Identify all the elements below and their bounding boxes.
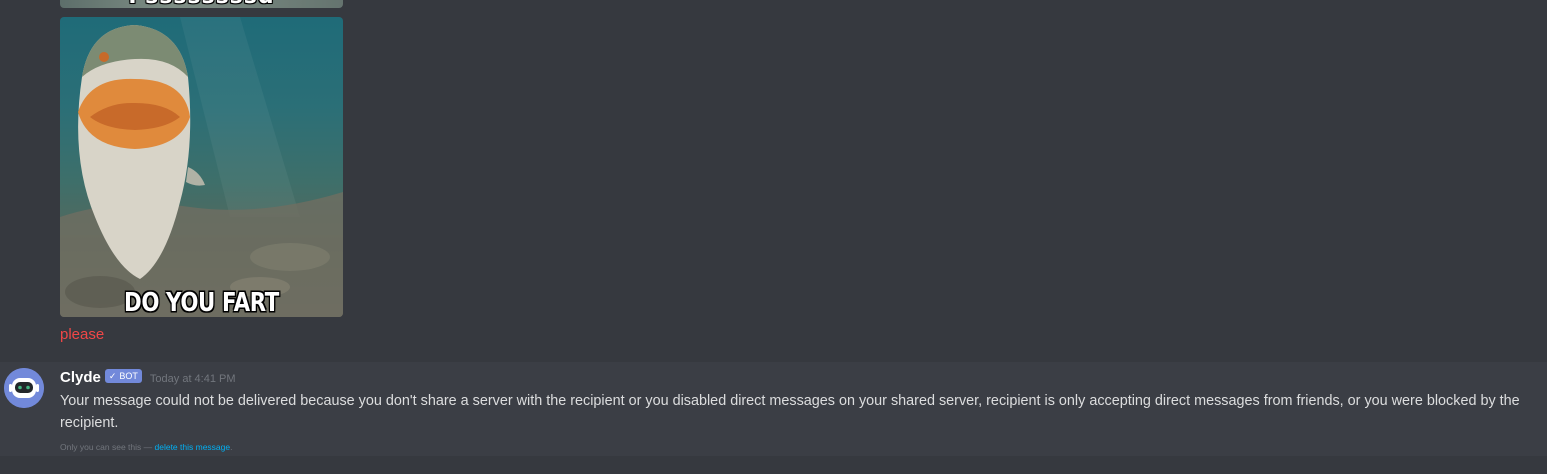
ephemeral-notice: Only you can see this — delete this mess… bbox=[60, 442, 232, 452]
clyde-ephemeral-message: Clyde ✓ BOT Today at 4:41 PM Your messag… bbox=[0, 362, 1547, 456]
fish-meme-image[interactable]: DO YOU FART bbox=[60, 17, 343, 317]
ephemeral-notice-end: . bbox=[230, 442, 233, 452]
message-header: Clyde ✓ BOT Today at 4:41 PM bbox=[60, 368, 236, 388]
failed-message-text: please bbox=[60, 326, 105, 343]
message-timestamp[interactable]: Today at 4:41 PM bbox=[150, 373, 236, 385]
previous-meme-caption: Pssssssssd bbox=[60, 0, 343, 8]
fish-illustration bbox=[60, 17, 343, 317]
author-username[interactable]: Clyde bbox=[60, 368, 101, 388]
clyde-robot-icon bbox=[4, 368, 44, 408]
chat-messages-area: Pssssssssd DO YOU FART please bbox=[0, 0, 1547, 474]
bot-tag-label: BOT bbox=[119, 371, 138, 381]
delete-message-link[interactable]: delete this message bbox=[155, 442, 231, 452]
ephemeral-notice-text: Only you can see this — bbox=[60, 442, 155, 452]
bot-tag: ✓ BOT bbox=[104, 369, 142, 383]
clyde-avatar[interactable] bbox=[4, 368, 44, 408]
previous-meme-image[interactable]: Pssssssssd bbox=[60, 0, 343, 8]
message-body: Your message could not be delivered beca… bbox=[60, 393, 1520, 431]
fish-meme-caption: DO YOU FART bbox=[124, 288, 279, 317]
check-icon: ✓ bbox=[108, 371, 117, 381]
